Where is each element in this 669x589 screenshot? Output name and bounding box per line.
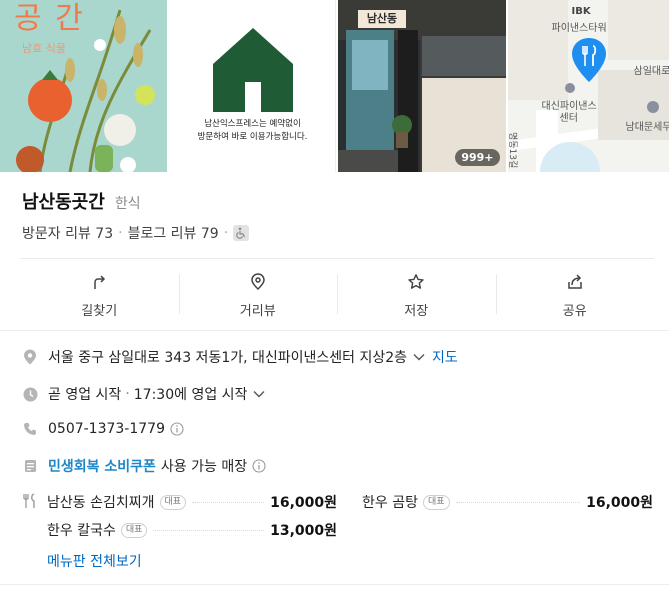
separator-dot: · [125, 386, 130, 402]
map-label-namdaemun: 남대문세무 [625, 122, 669, 133]
photo-notice[interactable]: 남산익스프레스는 예약없이 방문하여 바로 이용가능합니다. [168, 0, 336, 172]
menu-item-name: 남산동 손김치찌개 [47, 495, 155, 511]
star-icon [405, 271, 427, 293]
street-view-label: 거리뷰 [239, 304, 276, 319]
menu-item-price: 16,000원 [586, 495, 653, 511]
poster-subtitle: 남효 식물 [22, 42, 66, 55]
phone-icon [22, 421, 38, 437]
signature-badge: 대표 [159, 494, 187, 510]
map-label-road: 명동13길 [507, 132, 517, 169]
signature-badge: 대표 [422, 494, 450, 510]
chevron-down-icon[interactable] [252, 387, 266, 401]
chevron-down-icon[interactable] [412, 350, 426, 364]
street-view-button[interactable]: 거리뷰 [178, 270, 338, 322]
notice-line-2: 방문하여 바로 이용가능합니다. [197, 132, 308, 142]
map-label-samil: 삼일대로 [633, 66, 669, 77]
map-label-daeshin-2: 센터 [559, 113, 578, 124]
share-button[interactable]: 공유 [495, 270, 655, 322]
hours-status: 곧 영업 시작 [48, 387, 122, 403]
dotted-leader [192, 501, 265, 503]
save-button[interactable]: 저장 [337, 270, 496, 322]
coupon-icon [22, 458, 38, 474]
menu-item-price: 13,000원 [270, 523, 337, 539]
store-sign: 남산동 [358, 10, 406, 28]
map-thumbnail[interactable]: IBK 파이낸스타워 삼일대로 대신파이낸스 센터 남대문세무 명동13길 [507, 0, 669, 172]
menu-icon [22, 493, 38, 513]
blog-review-link[interactable]: 블로그 리뷰 79 [128, 223, 219, 243]
menu-item-price: 16,000원 [270, 495, 337, 511]
directions-label: 길찾기 [81, 304, 118, 319]
phone-number[interactable]: 0507-1373-1779 [48, 421, 165, 437]
notice-line-1: 남산익스프레스는 예약없이 [204, 119, 301, 129]
map-label-ibk-tower: 파이낸스타워 [551, 23, 607, 34]
photo-storefront[interactable]: 남산동 999+ [338, 0, 506, 172]
menu-item[interactable]: 남산동 손김치찌개 대표 16,000원 [47, 492, 337, 512]
separator-dot: · [118, 225, 123, 241]
place-name[interactable]: 남산동곳간 [22, 192, 105, 213]
dotted-leader [455, 501, 581, 503]
place-header: 남산동곳간 한식 [22, 188, 141, 214]
notice-text: 남산익스프레스는 예약없이 방문하여 바로 이용가능합니다. [169, 118, 336, 144]
hours-row: 곧 영업 시작 · 17:30에 영업 시작 [22, 384, 266, 404]
phone-row: 0507-1373-1779 [22, 421, 184, 437]
menu-item[interactable]: 한우 곰탕 대표 16,000원 [362, 492, 653, 512]
place-category: 한식 [114, 196, 141, 212]
wheelchair-icon[interactable] [233, 225, 250, 241]
share-icon [564, 271, 586, 293]
photo-poster[interactable]: 공 간 남효 식물 [0, 0, 167, 172]
signature-badge: 대표 [120, 522, 148, 538]
info-icon[interactable] [170, 422, 184, 436]
photo-count-badge[interactable]: 999+ [455, 149, 500, 166]
location-icon [22, 349, 38, 365]
poster-title: 공 간 [14, 1, 85, 36]
action-bar: 길찾기 거리뷰 저장 공유 [20, 270, 654, 322]
separator-dot: · [223, 225, 229, 241]
divider [0, 330, 669, 331]
share-label: 공유 [562, 304, 587, 319]
address-row: 서울 중구 삼일대로 343 저동1가, 대신파이낸스센터 지상2층 지도 [22, 347, 458, 367]
info-icon[interactable] [252, 459, 266, 473]
address-text: 서울 중구 삼일대로 343 저동1가, 대신파이낸스센터 지상2층 [48, 350, 408, 366]
map-pin-icon [571, 38, 606, 82]
directions-icon [88, 271, 110, 293]
divider [0, 584, 669, 585]
dotted-leader [153, 529, 265, 531]
photo-strip: 공 간 남효 식물 남산익스프레스는 예약없이 방문하여 바로 이용가능합니다.… [0, 0, 669, 172]
review-summary: 방문자 리뷰 73 · 블로그 리뷰 79 · [22, 223, 250, 243]
menu-item-name: 한우 곰탕 [362, 495, 418, 511]
divider [20, 258, 654, 259]
clock-icon [22, 386, 38, 402]
save-label: 저장 [404, 304, 429, 319]
directions-button[interactable]: 길찾기 [20, 270, 179, 322]
visitor-review-link[interactable]: 방문자 리뷰 73 [22, 223, 113, 243]
menu-item-name: 한우 칼국수 [47, 523, 116, 539]
map-link[interactable]: 지도 [432, 347, 458, 367]
view-full-menu-link[interactable]: 메뉴판 전체보기 [47, 551, 142, 571]
house-logo-icon [212, 28, 293, 112]
coupon-text: 사용 가능 매장 [160, 459, 248, 475]
coupon-row: 민생회복 소비쿠폰 사용 가능 매장 [22, 456, 266, 476]
hours-detail: 17:30에 영업 시작 [133, 387, 248, 403]
map-label-ibk: IBK [571, 6, 591, 17]
location-pin-icon [247, 271, 269, 293]
coupon-highlight: 민생회복 소비쿠폰 [48, 459, 156, 475]
menu-item[interactable]: 한우 칼국수 대표 13,000원 [47, 520, 337, 540]
